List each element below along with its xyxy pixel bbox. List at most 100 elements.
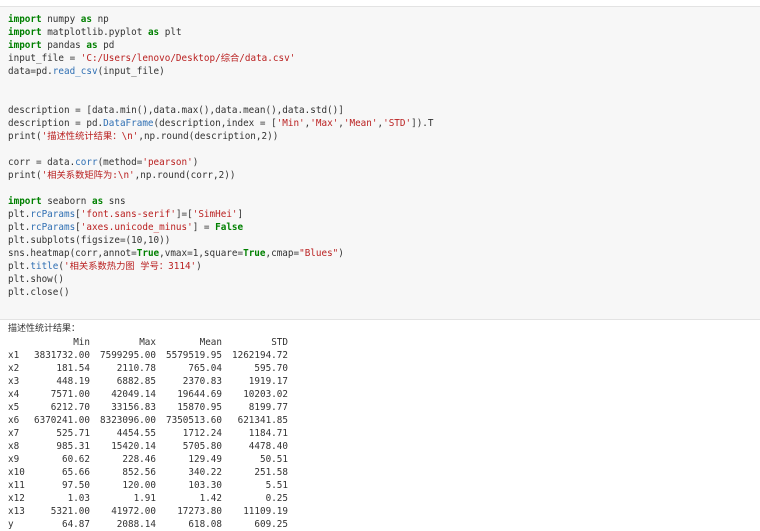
row-value: 525.71 [56, 428, 90, 439]
output-row: y 64.87 2088.14 618.08 609.25 [8, 518, 288, 531]
row-value: 97.50 [61, 480, 90, 491]
row-value: 852.56 [122, 467, 156, 478]
row-value: 42049.14 [111, 389, 156, 400]
row-value: 7350513.60 [166, 415, 222, 426]
row-value: 19644.69 [177, 389, 222, 400]
row-value: 65.66 [61, 467, 90, 478]
output-row: x12 1.03 1.91 1.42 0.25 [8, 492, 288, 505]
row-index: x13 [8, 506, 25, 517]
row-value: 1.42 [199, 493, 222, 504]
code-line: plt.rcParams['font.sans-serif']=['SimHei… [8, 209, 244, 220]
row-value: 2370.83 [182, 376, 222, 387]
row-value: 1919.17 [248, 376, 288, 387]
code-line: import matplotlib.pyplot as plt [8, 27, 182, 38]
header-index [8, 336, 34, 349]
row-value: 10203.02 [243, 389, 288, 400]
code-line: import numpy as np [8, 14, 109, 25]
code-cell-input[interactable]: import numpy as np import matplotlib.pypl… [0, 6, 760, 320]
row-value: 3831732.00 [34, 350, 90, 361]
row-value: 120.00 [122, 480, 156, 491]
row-value: 1.03 [67, 493, 90, 504]
row-value: 8323096.00 [100, 415, 156, 426]
row-index: x8 [8, 441, 20, 452]
row-value: 985.31 [56, 441, 90, 452]
output-row: x13 5321.00 41972.00 17273.80 11109.19 [8, 505, 288, 518]
row-index: x4 [8, 389, 20, 400]
row-index: y [8, 519, 14, 530]
row-value: 181.54 [56, 363, 90, 374]
row-value: 448.19 [56, 376, 90, 387]
output-row: x6 6370241.00 8323096.00 7350513.60 621341.8… [8, 414, 288, 427]
row-index: x9 [8, 454, 20, 465]
row-value: 228.46 [122, 454, 156, 465]
row-value: 340.22 [188, 467, 222, 478]
code-line: print('相关系数矩阵为:\n',np.round(corr,2)) [8, 170, 236, 181]
row-value: 765.04 [188, 363, 222, 374]
row-value: 2110.78 [116, 363, 156, 374]
code-line: plt.subplots(figsize=(10,10)) [8, 235, 171, 246]
code-line: sns.heatmap(corr,annot=True,vmax=1,squar… [8, 248, 344, 259]
code-line: description = pd.DataFrame(description,i… [8, 118, 434, 129]
code-line: plt.close() [8, 287, 70, 298]
row-value: 6212.70 [50, 402, 90, 413]
code-line: data=pd.read_csv(input_file) [8, 66, 165, 77]
output-row: x1 3831732.00 7599295.00 5579519.95 1262194.… [8, 349, 288, 362]
row-value: 6882.85 [116, 376, 156, 387]
row-value: 618.08 [188, 519, 222, 530]
row-value: 595.70 [254, 363, 288, 374]
row-value: 15420.14 [111, 441, 156, 452]
row-index: x1 [8, 350, 20, 361]
code-line: plt.show() [8, 274, 64, 285]
output-header-row: Min Max Mean STD [8, 336, 288, 349]
row-index: x7 [8, 428, 20, 439]
row-value: 41972.00 [111, 506, 156, 517]
row-value: 5705.80 [182, 441, 222, 452]
header-min: Min [73, 337, 90, 348]
output-row: x2 181.54 2110.78 765.04 595.70 [8, 362, 288, 375]
row-value: 4454.55 [116, 428, 156, 439]
code-line: import seaborn as sns [8, 196, 126, 207]
row-value: 64.87 [61, 519, 90, 530]
header-mean: Mean [199, 337, 222, 348]
row-value: 5.51 [265, 480, 288, 491]
code-line: corr = data.corr(method='pearson') [8, 157, 199, 168]
output-row: x3 448.19 6882.85 2370.83 1919.17 [8, 375, 288, 388]
output-row: x9 60.62 228.46 129.49 50.51 [8, 453, 288, 466]
row-value: 5579519.95 [166, 350, 222, 361]
output-table: Min Max Mean STD x1 3831732.00 7599295.00 5… [8, 336, 288, 531]
row-value: 103.30 [188, 480, 222, 491]
row-index: x10 [8, 467, 25, 478]
output-row: x5 6212.70 33156.83 15870.95 8199.77 [8, 401, 288, 414]
row-value: 621341.85 [237, 415, 288, 426]
row-index: x6 [8, 415, 20, 426]
row-value: 6370241.00 [34, 415, 90, 426]
row-index: x3 [8, 376, 20, 387]
row-index: x5 [8, 402, 20, 413]
row-value: 7571.00 [50, 389, 90, 400]
row-value: 8199.77 [248, 402, 288, 413]
row-value: 609.25 [254, 519, 288, 530]
output-row: x10 65.66 852.56 340.22 251.58 [8, 466, 288, 479]
code-line: plt.rcParams['axes.unicode_minus'] = Fal… [8, 222, 244, 233]
output-row: x8 985.31 15420.14 5705.80 4478.40 [8, 440, 288, 453]
output-label: 描述性统计结果： [8, 324, 81, 334]
row-value: 33156.83 [111, 402, 156, 413]
code-line: import pandas as pd [8, 40, 115, 51]
row-value: 0.25 [265, 493, 288, 504]
row-value: 5321.00 [50, 506, 90, 517]
row-value: 17273.80 [177, 506, 222, 517]
row-value: 1184.71 [248, 428, 288, 439]
row-index: x2 [8, 363, 20, 374]
row-value: 7599295.00 [100, 350, 156, 361]
row-value: 251.58 [254, 467, 288, 478]
output-row: x4 7571.00 42049.14 19644.69 10203.02 [8, 388, 288, 401]
row-index: x11 [8, 480, 25, 491]
row-value: 2088.14 [116, 519, 156, 530]
code-line: input_file = 'C:/Users/lenovo/Desktop/综合… [8, 53, 296, 64]
output-row: x7 525.71 4454.55 1712.24 1184.71 [8, 427, 288, 440]
code-line: description = [data.min(),data.max(),dat… [8, 105, 344, 116]
code-line: plt.title('相关系数热力图 学号：3114') [8, 261, 202, 272]
row-value: 4478.40 [248, 441, 288, 452]
row-value: 11109.19 [243, 506, 288, 517]
header-std: STD [271, 337, 288, 348]
